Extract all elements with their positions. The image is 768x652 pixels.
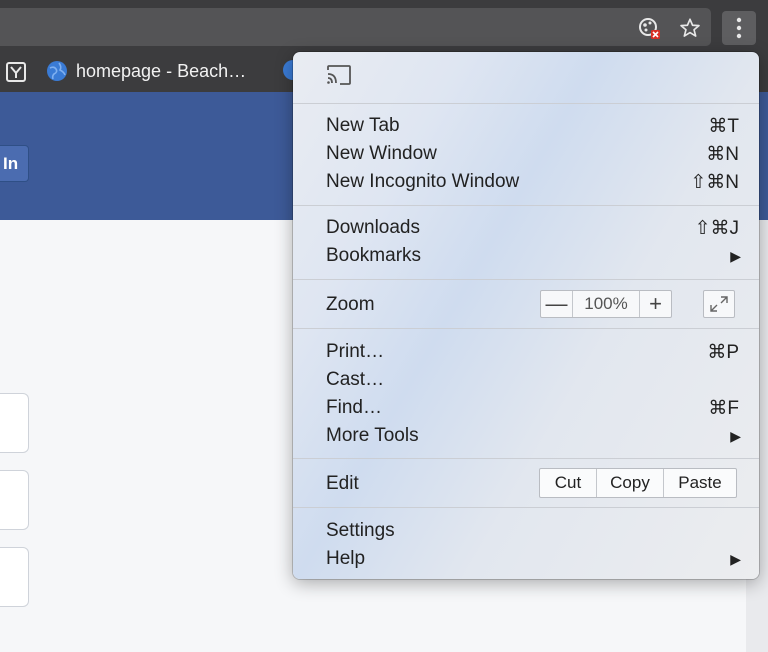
menu-item-label: More Tools [326, 425, 419, 446]
submenu-arrow-icon: ▶ [730, 550, 741, 567]
zoom-in-button[interactable]: + [640, 291, 671, 317]
login-button-label: In [3, 153, 19, 173]
zoom-control: — 100% + [540, 290, 672, 318]
menu-separator [293, 279, 759, 280]
extension-blocked-icon[interactable] [636, 15, 662, 41]
menu-separator [293, 103, 759, 104]
fullscreen-icon[interactable] [703, 290, 735, 318]
cast-icon[interactable] [326, 64, 356, 88]
menu-item-shortcut: ⇧⌘N [690, 171, 739, 193]
bookmark-homepage[interactable]: homepage - Beach… [46, 58, 246, 84]
edit-label: Edit [326, 473, 359, 494]
menu-item-bookmarks[interactable]: Bookmarks ▶ [293, 242, 759, 270]
menu-separator [293, 205, 759, 206]
menu-item-print[interactable]: Print… ⌘P [293, 338, 759, 366]
menu-item-downloads[interactable]: Downloads ⇧⌘J [293, 214, 759, 242]
submenu-arrow-icon: ▶ [730, 247, 741, 264]
app-icon[interactable] [6, 62, 26, 82]
menu-item-shortcut: ⌘N [706, 143, 739, 165]
menu-item-label: Settings [326, 520, 395, 541]
three-dot-menu-icon[interactable] [722, 11, 756, 45]
edit-button-group: Cut Copy Paste [539, 468, 737, 498]
zoom-label: Zoom [326, 294, 375, 315]
paste-button[interactable]: Paste [663, 469, 736, 497]
menu-item-shortcut: ⌘T [708, 115, 739, 137]
menu-separator [293, 458, 759, 459]
menu-item-label: Help [326, 548, 366, 569]
copy-button[interactable]: Copy [596, 469, 663, 497]
menu-item-find[interactable]: Find… ⌘F [293, 394, 759, 422]
menu-item-label: New Incognito Window [326, 171, 520, 192]
page-input-field[interactable] [0, 470, 29, 530]
login-button[interactable]: In [0, 145, 29, 182]
menu-item-shortcut: ⇧⌘J [694, 217, 739, 239]
menu-item-more-tools[interactable]: More Tools ▶ [293, 422, 759, 450]
address-bar[interactable] [0, 8, 711, 46]
menu-item-new-window[interactable]: New Window ⌘N [293, 140, 759, 168]
cut-button[interactable]: Cut [540, 469, 596, 497]
globe-icon [47, 61, 67, 81]
bookmark-label: homepage - Beach… [76, 60, 247, 81]
submenu-arrow-icon: ▶ [730, 427, 741, 444]
menu-item-help[interactable]: Help ▶ [293, 545, 759, 573]
menu-item-label: New Tab [326, 115, 400, 136]
zoom-level: 100% [572, 291, 640, 317]
menu-item-cast[interactable]: Cast… [293, 366, 759, 394]
menu-item-label: Print… [326, 341, 385, 362]
menu-item-new-tab[interactable]: New Tab ⌘T [293, 112, 759, 140]
menu-item-label: Cast… [326, 369, 385, 390]
page-input-field[interactable] [0, 547, 29, 607]
menu-item-shortcut: ⌘F [708, 397, 739, 419]
page-input-field[interactable] [0, 393, 29, 453]
bookmark-star-icon[interactable] [677, 15, 703, 41]
chrome-main-menu: New Tab ⌘T New Window ⌘N New Incognito W… [293, 52, 759, 579]
menu-item-label: Downloads [326, 217, 420, 238]
menu-separator [293, 507, 759, 508]
zoom-out-button[interactable]: — [541, 291, 572, 317]
menu-item-new-incognito-window[interactable]: New Incognito Window ⇧⌘N [293, 168, 759, 196]
menu-item-shortcut: ⌘P [707, 341, 739, 363]
menu-item-label: Bookmarks [326, 245, 422, 266]
menu-item-settings[interactable]: Settings [293, 517, 759, 545]
menu-item-label: Find… [326, 397, 382, 418]
menu-item-label: New Window [326, 143, 437, 164]
menu-separator [293, 328, 759, 329]
